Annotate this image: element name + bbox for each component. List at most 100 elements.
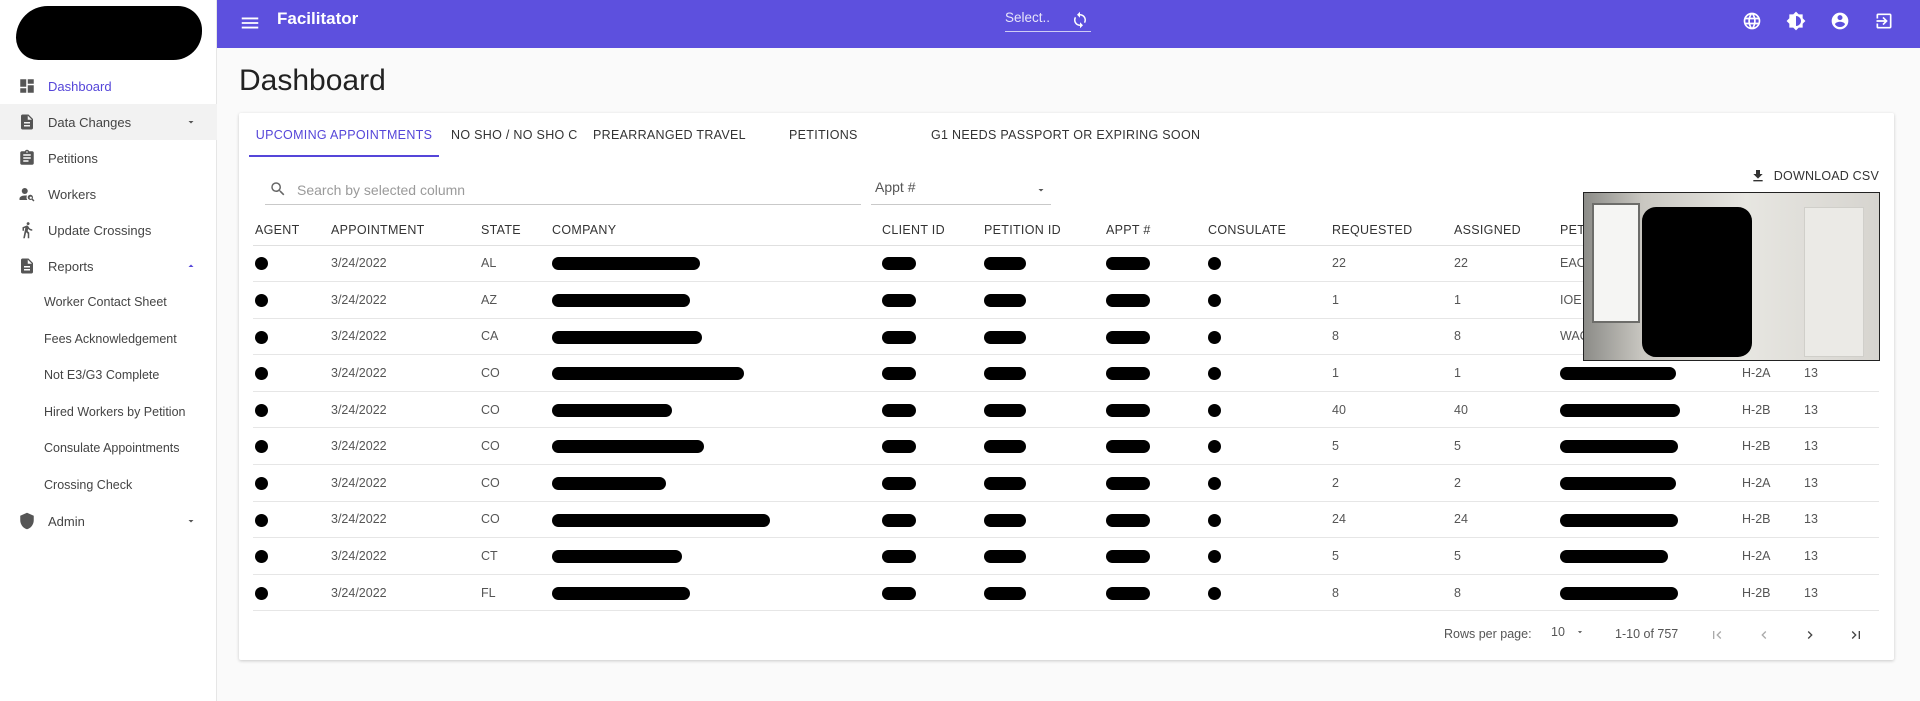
top-select[interactable]: Select.. (1005, 8, 1091, 32)
redacted-consulate (1208, 586, 1221, 600)
col-header-state[interactable]: STATE (479, 215, 550, 246)
col-header-company[interactable]: COMPANY (550, 215, 880, 246)
col-header-consulate[interactable]: CONSULATE (1206, 215, 1330, 246)
redacted-client-id (882, 330, 916, 344)
redacted-company (552, 330, 702, 344)
cell-num: 13 (1802, 537, 1879, 575)
cell-requested: 40 (1330, 391, 1452, 429)
redacted-company (552, 513, 770, 527)
sidebar-subitem-consulate-appointments[interactable]: Consulate Appointments (0, 430, 217, 467)
table-row[interactable]: 3/24/2022 CO 40 40 H-2B 13 (253, 391, 1879, 429)
sidebar-subitem-worker-contact-sheet[interactable]: Worker Contact Sheet (0, 284, 217, 321)
chevron-down-icon (1035, 183, 1047, 195)
globe-icon[interactable] (1740, 9, 1764, 33)
cell-num: 13 (1802, 574, 1879, 612)
redacted-consulate (1208, 367, 1221, 381)
chevron-up-icon (185, 260, 197, 272)
cell-petition-id (982, 354, 1104, 392)
download-csv-button[interactable]: DOWNLOAD CSV (1750, 168, 1879, 184)
col-header-client-id[interactable]: CLIENT ID (880, 215, 982, 246)
cell-company (550, 281, 880, 319)
redacted-appt-num (1106, 330, 1150, 344)
webcam-door (1804, 207, 1864, 357)
tab-upcoming-appointments[interactable]: UPCOMING APPOINTMENTS (249, 113, 439, 157)
brightness-icon[interactable] (1784, 9, 1808, 33)
cell-state: CO (479, 391, 550, 429)
redacted-consulate (1208, 513, 1221, 527)
table-row[interactable]: 3/24/2022 FL 8 8 H-2B 13 (253, 574, 1879, 612)
sidebar-subitem-crossing-check[interactable]: Crossing Check (0, 467, 217, 504)
table-row[interactable]: 3/24/2022 CO 5 5 H-2B 13 (253, 427, 1879, 466)
cell-consulate (1206, 354, 1330, 392)
account-icon[interactable] (1828, 9, 1852, 33)
sidebar-subitem-fees-acknowledgement[interactable]: Fees Acknowledgement (0, 321, 217, 358)
previous-page-icon[interactable] (1751, 622, 1777, 648)
first-page-icon[interactable] (1704, 622, 1730, 648)
redacted-appt-num (1106, 257, 1150, 271)
cell-consulate (1206, 574, 1330, 612)
sidebar-item-workers[interactable]: Workers (0, 176, 217, 212)
menu-icon[interactable] (239, 12, 261, 34)
rows-per-page-label: Rows per page: (1444, 627, 1532, 641)
cell-petition-id (982, 501, 1104, 539)
col-header-petition-id[interactable]: PETITION ID (982, 215, 1104, 246)
redacted-petitioner (1560, 476, 1676, 490)
cell-requested: 8 (1330, 574, 1452, 612)
sidebar-item-dashboard[interactable]: Dashboard (0, 68, 217, 104)
search-input[interactable] (297, 179, 837, 201)
col-header-appt-num[interactable]: APPT # (1104, 215, 1206, 246)
cell-client-id (880, 537, 982, 575)
tab-no-sho[interactable]: NO SHO / NO SHO C (451, 113, 579, 157)
col-header-appointment[interactable]: APPOINTMENT (329, 215, 479, 246)
redacted-client-id (882, 550, 916, 564)
redacted-petitioner (1560, 586, 1678, 600)
sidebar-item-update-crossings[interactable]: Update Crossings (0, 212, 217, 248)
redacted-company (552, 550, 682, 564)
cell-appointment: 3/24/2022 (329, 574, 479, 612)
logout-icon[interactable] (1872, 9, 1896, 33)
cell-company (550, 354, 880, 392)
cell-assigned: 5 (1452, 427, 1558, 466)
pagination: Rows per page: 10 1-10 of 757 (239, 608, 1894, 660)
sidebar-item-data-changes[interactable]: Data Changes (0, 104, 217, 140)
cell-agent (253, 391, 329, 429)
last-page-icon[interactable] (1843, 622, 1869, 648)
tab-g1-needs-passport[interactable]: G1 NEEDS PASSPORT OR EXPIRING SOON (931, 113, 1201, 157)
col-header-agent[interactable]: AGENT (253, 215, 329, 246)
col-header-assigned[interactable]: ASSIGNED (1452, 215, 1558, 246)
sidebar-subitem-hired-workers-by-petition[interactable]: Hired Workers by Petition (0, 394, 217, 431)
sidebar-item-label: Dashboard (48, 78, 112, 94)
sidebar-item-admin[interactable]: Admin (0, 503, 217, 539)
tab-prearranged-travel[interactable]: PREARRANGED TRAVEL (593, 113, 763, 157)
tab-petitions[interactable]: PETITIONS (789, 113, 899, 157)
sidebar-subitem-not-e3g3-complete[interactable]: Not E3/G3 Complete (0, 357, 217, 394)
clipboard-icon (16, 147, 38, 169)
next-page-icon[interactable] (1797, 622, 1823, 648)
rows-per-page-select[interactable]: 10 (1551, 625, 1585, 639)
walking-icon (16, 219, 38, 241)
cell-state: CT (479, 537, 550, 575)
chevron-down-icon (185, 515, 197, 527)
sync-icon[interactable] (1071, 11, 1089, 29)
document-icon (16, 111, 38, 133)
table-row[interactable]: 3/24/2022 CO 24 24 H-2B 13 (253, 501, 1879, 539)
cell-state: AL (479, 245, 550, 283)
col-header-requested[interactable]: REQUESTED (1330, 215, 1452, 246)
redacted-client-id (882, 476, 916, 490)
cell-agent (253, 318, 329, 356)
redacted-petitioner (1560, 550, 1668, 564)
cell-petition-id (982, 464, 1104, 502)
redacted-agent (255, 440, 268, 454)
cell-assigned: 2 (1452, 464, 1558, 502)
top-app-bar: Facilitator Select.. (217, 0, 1920, 48)
cell-visa-type: H-2B (1740, 427, 1802, 466)
sidebar-item-reports[interactable]: Reports (0, 248, 217, 284)
redacted-consulate (1208, 476, 1221, 490)
table-row[interactable]: 3/24/2022 CT 5 5 H-2A 13 (253, 537, 1879, 575)
sidebar-item-petitions[interactable]: Petitions (0, 140, 217, 176)
redacted-petition-id (984, 513, 1026, 527)
cell-visa-type: H-2A (1740, 537, 1802, 575)
cell-agent (253, 427, 329, 466)
column-select[interactable]: Appt # (871, 175, 1051, 205)
table-row[interactable]: 3/24/2022 CO 2 2 H-2A 13 (253, 464, 1879, 502)
